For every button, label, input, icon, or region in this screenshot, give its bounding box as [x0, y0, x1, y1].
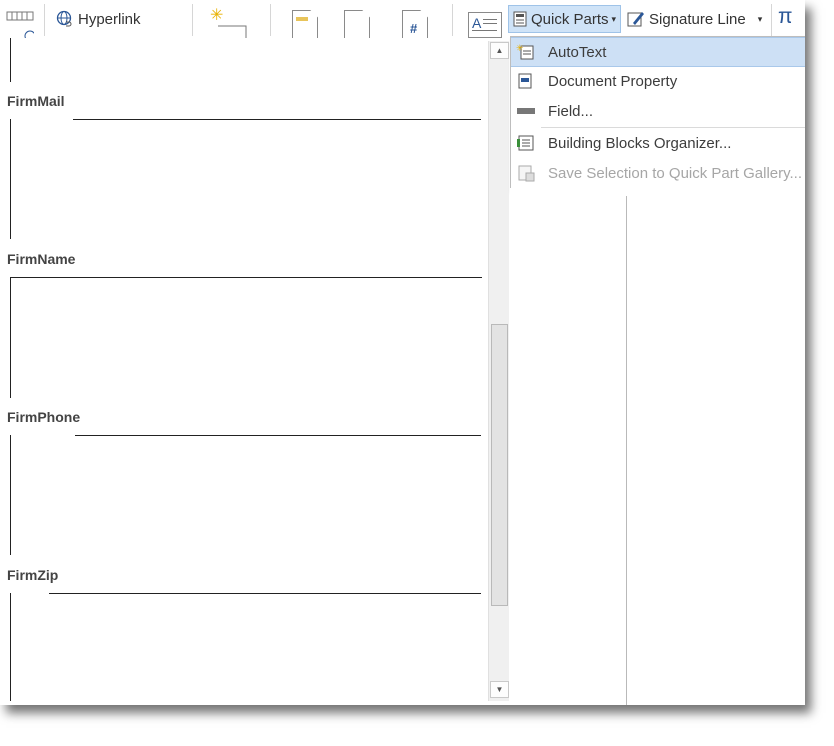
gallery-entry-preview[interactable]: [10, 435, 482, 555]
table-icon[interactable]: [6, 10, 36, 42]
hyperlink-label: Hyperlink: [78, 10, 141, 28]
scrollbar-thumb[interactable]: [491, 324, 508, 606]
page-number-icon[interactable]: #: [402, 10, 428, 40]
document-area: [510, 188, 805, 705]
gallery-entry-title: FirmPhone: [7, 409, 81, 425]
menu-item-label: Field...: [548, 102, 594, 120]
field-icon: [517, 108, 535, 114]
chevron-down-icon: ▾: [611, 13, 617, 24]
gallery-entry-title: FirmZip: [7, 567, 59, 583]
menu-item-label: Save Selection to Quick Part Gallery...: [548, 164, 802, 182]
ribbon-separator: [270, 4, 271, 36]
hyperlink-button[interactable]: Hyperlink: [56, 6, 141, 32]
save-selection-icon: [518, 165, 535, 182]
gallery-entry-preview[interactable]: [10, 119, 482, 239]
header-icon[interactable]: [292, 10, 318, 40]
document-page[interactable]: [510, 196, 627, 705]
gallery-entry-preview[interactable]: [10, 593, 482, 701]
menu-item-save-selection: Save Selection to Quick Part Gallery...: [511, 159, 805, 187]
ribbon-separator: [452, 4, 453, 36]
menu-item-building-blocks-organizer[interactable]: Building Blocks Organizer...: [511, 129, 805, 157]
chevron-down-icon[interactable]: ▾: [758, 14, 763, 25]
svg-text:✳: ✳: [516, 44, 524, 54]
autotext-icon: ✳: [516, 44, 534, 60]
footer-icon[interactable]: [344, 10, 370, 40]
menu-item-field[interactable]: Field...: [511, 97, 805, 125]
menu-item-label: Building Blocks Organizer...: [548, 134, 732, 152]
document-property-icon: [518, 73, 532, 89]
ribbon-separator: [771, 4, 772, 36]
svg-text:✳: ✳: [210, 6, 223, 24]
quick-parts-label: Quick Parts: [531, 10, 609, 28]
comment-star-icon[interactable]: ✳: [210, 5, 250, 38]
signature-line-label: Signature Line: [649, 10, 746, 28]
gallery-entry-preview[interactable]: [10, 277, 482, 398]
menu-item-label: AutoText: [548, 43, 607, 61]
equation-button[interactable]: π: [778, 4, 793, 30]
ribbon-separator: [192, 4, 193, 36]
signature-pen-icon: [627, 12, 644, 27]
scroll-down-icon[interactable]: ▼: [490, 681, 509, 698]
menu-item-autotext[interactable]: ✳ AutoText: [511, 37, 805, 67]
gallery-entry-preview[interactable]: [10, 38, 482, 82]
quick-parts-menu: ✳ AutoText Document Property Field... Bu…: [510, 36, 805, 190]
signature-line-button[interactable]: Signature Line ▾: [627, 6, 762, 32]
text-box-icon[interactable]: A: [468, 12, 502, 38]
ribbon: Hyperlink ✳ # A Quick Parts ▾ Signature …: [0, 0, 805, 42]
gallery-scrollbar[interactable]: ▲ ▼: [488, 41, 509, 701]
gallery-entry-title: FirmName: [7, 251, 76, 267]
autotext-gallery: FirmMail FirmName FirmPhone FirmZip ▲ ▼: [0, 38, 511, 705]
pi-icon: π: [778, 5, 793, 28]
scroll-up-icon[interactable]: ▲: [490, 42, 509, 59]
quick-parts-button[interactable]: Quick Parts ▾: [508, 5, 622, 33]
gallery-entry-title: FirmMail: [7, 93, 65, 109]
menu-item-label: Document Property: [548, 72, 678, 90]
quick-parts-icon: [513, 11, 527, 27]
menu-item-document-property[interactable]: Document Property: [511, 67, 805, 95]
menu-separator: [541, 127, 805, 128]
word-window: Hyperlink ✳ # A Quick Parts ▾ Signature …: [0, 0, 805, 705]
building-blocks-icon: [517, 135, 534, 151]
ribbon-separator: [44, 4, 45, 36]
globe-link-icon: [56, 10, 72, 27]
